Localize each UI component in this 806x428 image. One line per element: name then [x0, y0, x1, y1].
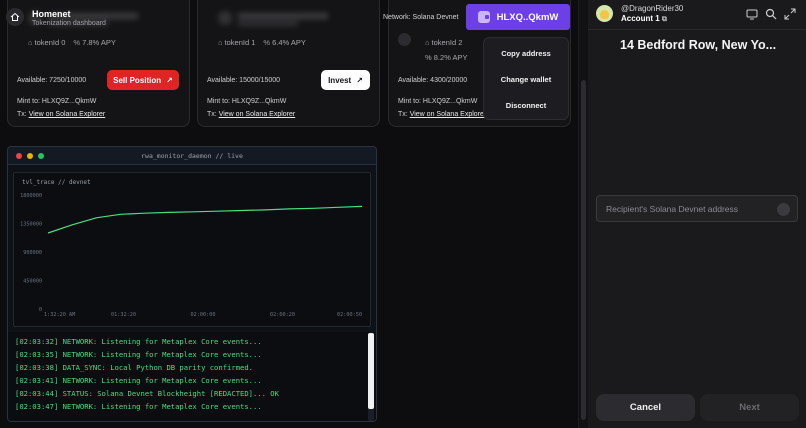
- y-tick-label: 450000: [23, 279, 42, 285]
- monitor-icon[interactable]: [746, 8, 758, 20]
- network-label: Network: Solana Devnet: [383, 14, 459, 21]
- available: Available: 7250/10000: [17, 77, 87, 84]
- token-id: tokenId 2: [431, 38, 463, 47]
- token-icon: [398, 33, 411, 46]
- wallet-username: @DragonRider30: [621, 4, 684, 13]
- explorer-link[interactable]: View on Solana Explorer: [410, 111, 487, 118]
- tx-row: Tx: View on Solana Explorer: [17, 111, 106, 118]
- top-bar: Homenet Tokenization dashboard Network: …: [0, 0, 578, 34]
- monitor-terminal: rwa_monitor_daemon // live tvl_trace // …: [7, 146, 377, 422]
- terminal-titlebar: rwa_monitor_daemon // live: [8, 147, 376, 165]
- disconnect-item[interactable]: Disconnect: [484, 101, 568, 110]
- wallet-icon: [477, 11, 490, 23]
- mint-to: Mint to: HLXQ9Z...QkmW: [207, 98, 287, 105]
- avatar[interactable]: [596, 5, 613, 22]
- chart-svg: 0 450000 900000 1350000 1800000 1:32:20 AM 01:…: [20, 193, 363, 318]
- card-meta: ⌂ tokenId 0 % 7.8% APY: [28, 38, 116, 47]
- tag-icon: ⌂: [425, 38, 430, 47]
- token-id: tokenId 1: [224, 38, 256, 47]
- explorer-link[interactable]: View on Solana Explorer: [29, 111, 106, 118]
- home-button[interactable]: [6, 8, 24, 26]
- sell-position-button[interactable]: Sell Position ↗: [107, 70, 179, 90]
- tx-row: Tx: View on Solana Explorer: [207, 111, 296, 118]
- copy-icon[interactable]: ⧉: [662, 16, 667, 23]
- copy-address-item[interactable]: Copy address: [484, 49, 568, 58]
- y-tick-label: 1350000: [20, 222, 42, 228]
- log-line: [02:03:47] NETWORK: Listening for Metapl…: [15, 402, 262, 411]
- cancel-button[interactable]: Cancel: [596, 394, 695, 421]
- apy: 6.4% APY: [272, 38, 306, 47]
- wallet-address-title: 14 Bedford Row, New Yo...: [620, 38, 777, 52]
- invest-button[interactable]: Invest ↗: [321, 70, 370, 90]
- card-meta: ⌂ tokenId 2: [425, 38, 462, 47]
- app-title: Homenet: [32, 9, 71, 19]
- x-tick-label: 1:32:20 AM: [44, 312, 75, 318]
- y-tick-label: 0: [39, 307, 42, 313]
- percent-icon: %: [425, 53, 432, 62]
- wallet-panel: @DragonRider30 Account 1 ⧉ 14 Bedford Ro…: [588, 0, 806, 428]
- tvl-chart: tvl_trace // devnet 0 450000 900000 1350000…: [13, 172, 371, 327]
- wallet-menu: Copy address Change wallet Disconnect: [483, 37, 569, 120]
- arrow-up-right-icon: ↗: [166, 75, 173, 85]
- x-tick-label: 02:00:00: [191, 312, 216, 318]
- dashboard: ⌂ tokenId 0 % 7.8% APY Available: 7250/100…: [0, 0, 578, 428]
- change-wallet-item[interactable]: Change wallet: [484, 75, 568, 84]
- tag-icon: ⌂: [218, 38, 223, 47]
- log-scrollbar[interactable]: [368, 333, 374, 421]
- log-line: [02:03:38] DATA_SYNC: Local Python DB pa…: [15, 363, 253, 372]
- log-line: [02:03:44] STATUS: Solana Devnet Blockhe…: [15, 389, 279, 398]
- wallet-button[interactable]: HLXQ..QkmW: [466, 4, 570, 30]
- app-subtitle: Tokenization dashboard: [32, 20, 106, 27]
- token-id: tokenId 0: [34, 38, 66, 47]
- log-line: [02:03:32] NETWORK: Listening for Metapl…: [15, 337, 262, 346]
- tag-icon: ⌂: [28, 38, 33, 47]
- log-line: [02:03:41] NETWORK: Listening for Metapl…: [15, 376, 262, 385]
- mint-to: Mint to: HLXQ9Z...QkmW: [398, 98, 478, 105]
- mint-to: Mint to: HLXQ9Z...QkmW: [17, 98, 97, 105]
- expand-icon[interactable]: [784, 8, 796, 20]
- log-scroll-thumb[interactable]: [368, 333, 374, 409]
- explorer-link[interactable]: View on Solana Explorer: [219, 111, 296, 118]
- page-scrollbar[interactable]: [578, 0, 588, 428]
- log-line: [02:03:35] NETWORK: Listening for Metapl…: [15, 350, 262, 359]
- page-scroll-thumb[interactable]: [581, 80, 586, 420]
- y-tick-label: 900000: [23, 250, 42, 256]
- home-icon: [10, 12, 20, 21]
- account-name[interactable]: Account 1 ⧉: [621, 14, 667, 24]
- card-meta: ⌂ tokenId 1 % 6.4% APY: [218, 38, 306, 47]
- y-tick-label: 1800000: [20, 193, 42, 199]
- address-book-icon[interactable]: [777, 203, 790, 216]
- next-button[interactable]: Next: [700, 394, 799, 421]
- x-tick-label: 01:32:20: [111, 312, 136, 318]
- available: Available: 15000/15000: [207, 77, 281, 84]
- terminal-title: rwa_monitor_daemon // live: [141, 152, 243, 160]
- arrow-up-right-icon: ↗: [356, 75, 363, 85]
- percent-icon: %: [263, 38, 271, 47]
- tvl-series-line: [47, 205, 363, 234]
- x-tick-label: 02:00:50: [337, 312, 362, 318]
- percent-icon: %: [73, 38, 81, 47]
- tx-row: Tx: View on Solana Explorer: [398, 111, 487, 118]
- apy: % 8.2% APY: [425, 53, 468, 62]
- available: Available: 4300/20000: [398, 77, 468, 84]
- recipient-placeholder: Recipient's Solana Devnet address: [606, 204, 739, 214]
- x-tick-label: 02:00:20: [270, 312, 295, 318]
- apy: 7.8% APY: [82, 38, 116, 47]
- search-icon[interactable]: [765, 8, 777, 20]
- wallet-header: @DragonRider30 Account 1 ⧉: [588, 0, 806, 30]
- recipient-input[interactable]: Recipient's Solana Devnet address: [596, 195, 798, 222]
- log-output: [02:03:32] NETWORK: Listening for Metapl…: [8, 332, 376, 421]
